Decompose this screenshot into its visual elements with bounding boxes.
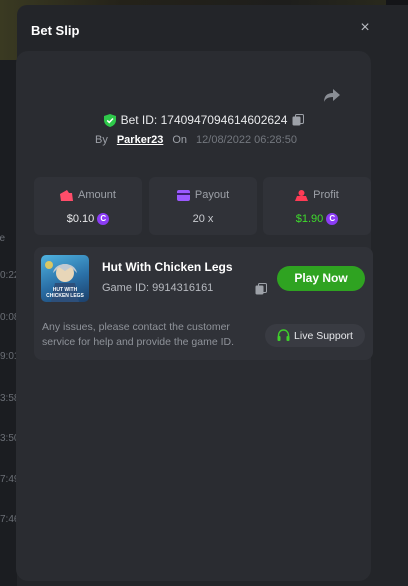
shield-check-icon: [103, 113, 116, 127]
amount-value: $0.10: [66, 213, 95, 225]
profit-stat: Profit $1.90: [263, 177, 371, 235]
game-id: Game ID: 9914316161: [102, 282, 214, 294]
game-thumbnail[interactable]: HUT WITH CHICKEN LEGS: [41, 255, 89, 302]
card-icon: [176, 189, 190, 201]
play-now-button[interactable]: Play Now: [277, 266, 365, 291]
thumbnail-text: HUT WITH CHICKEN LEGS: [46, 287, 84, 299]
on-label: On: [172, 134, 188, 146]
wallet-icon: [60, 189, 74, 201]
coin-icon: [326, 213, 339, 225]
coin-icon: [97, 213, 110, 225]
profit-label: Profit: [313, 189, 339, 201]
modal-title: Bet Slip: [31, 23, 80, 38]
support-note: Any issues, please contact the customer …: [42, 321, 235, 348]
amount-label: Amount: [78, 189, 116, 201]
bet-meta: By Parker23 On 12/08/2022 06:28:50: [95, 134, 297, 146]
payout-label: Payout: [194, 189, 230, 201]
bet-datetime: 12/08/2022 06:28:50: [196, 134, 297, 146]
by-label: By: [95, 134, 108, 146]
headset-icon: [277, 329, 290, 341]
close-icon[interactable]: ×: [356, 19, 374, 37]
live-support-label: Live Support: [294, 329, 353, 342]
username-link[interactable]: Parker23: [117, 134, 164, 146]
payout-value: 20 x: [192, 213, 214, 225]
profit-icon: [295, 189, 309, 201]
copy-icon[interactable]: [292, 114, 305, 126]
share-icon[interactable]: [322, 85, 342, 105]
game-title: Hut With Chicken Legs: [102, 260, 233, 274]
profit-value: $1.90: [295, 213, 324, 225]
amount-stat: Amount $0.10: [34, 177, 142, 235]
bet-id-row: Bet ID: 1740947094614602624: [0, 113, 408, 130]
payout-stat: Payout 20 x: [149, 177, 257, 235]
copy-icon[interactable]: [255, 283, 267, 295]
bet-id: Bet ID: 1740947094614602624: [120, 113, 288, 127]
live-support-button[interactable]: Live Support: [265, 324, 365, 347]
game-panel: HUT WITH CHICKEN LEGS Hut With Chicken L…: [34, 247, 373, 360]
